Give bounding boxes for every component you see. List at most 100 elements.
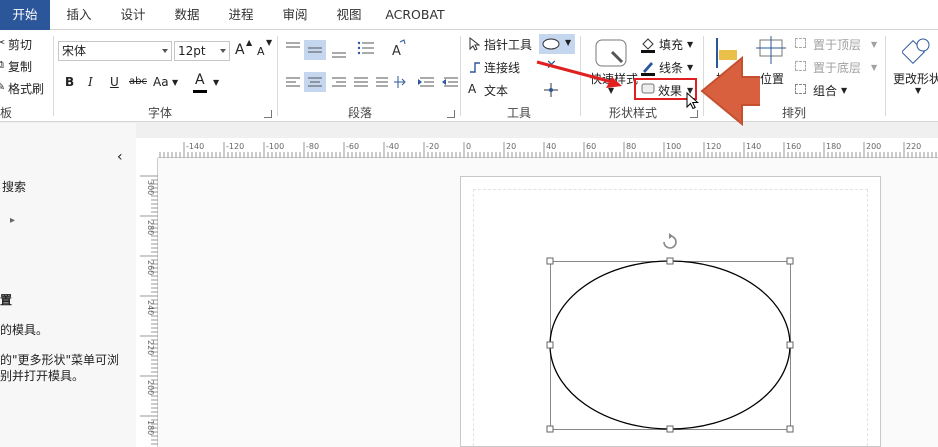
italic-button[interactable]: I — [88, 75, 93, 89]
panel-heading: 置 — [0, 293, 13, 307]
shapes-panel: ‹ 搜索 ▸ 置 的模具。 的"更多形状"菜单可浏 别并打开模具。 — [0, 123, 136, 447]
change-shape-button[interactable]: 更改形状 — [893, 70, 938, 87]
font-size-value: 12pt — [178, 44, 206, 58]
chevron-down-icon: ▼ — [915, 86, 922, 95]
font-color-bar — [193, 90, 207, 93]
scissors-icon: ✂ — [0, 36, 6, 49]
ruler-ticks: -140 -120 -100 -80 -60 -40 -20 0 20 40 60 80 100 120 1… — [159, 142, 937, 158]
ruler-tick-label: 200 — [146, 380, 155, 395]
group-icon — [795, 84, 806, 94]
ruler-tick-label: 0 — [466, 142, 471, 151]
ruler-tick-label: 240 — [146, 300, 155, 315]
text-tool-label: 文本 — [484, 84, 509, 98]
ruler-corner — [136, 138, 158, 158]
ruler-tick-label: 60 — [586, 142, 596, 151]
pointer-icon — [469, 37, 480, 51]
font-group-label: 字体 — [148, 106, 173, 120]
brush-icon: ✎ — [0, 80, 6, 93]
vertical-ruler: 300 280 260 240 220 200 180 — [136, 158, 158, 447]
collapse-panel-button[interactable]: ‹ — [117, 149, 123, 165]
ruler-tick-label: 180 — [146, 420, 155, 435]
selected-ellipse-shape[interactable] — [540, 228, 805, 447]
red-pointer-arrow — [536, 60, 613, 84]
ruler-tick-label: 80 — [626, 142, 636, 151]
format-painter-label: 格式刷 — [8, 82, 45, 96]
bring-front-icon — [795, 38, 806, 48]
tab-data[interactable]: 数据 — [164, 0, 210, 30]
ruler-ticks: 300 280 260 240 220 200 180 — [140, 175, 158, 445]
chevron-down-icon: ▼ — [871, 40, 878, 49]
change-shape-icon — [902, 38, 930, 65]
font-name-value: 宋体 — [62, 44, 87, 58]
font-name-select[interactable]: 宋体 — [58, 41, 172, 61]
connector-icon — [470, 62, 480, 73]
tab-acrobat[interactable]: ACROBAT — [382, 0, 448, 30]
ellipse-shape[interactable] — [549, 260, 791, 430]
rotate-handle-icon[interactable] — [663, 233, 677, 249]
tab-view[interactable]: 视图 — [326, 0, 372, 30]
panel-hint-line2: 的"更多形状"菜单可浏 — [0, 353, 120, 367]
ruler-tick-label: 120 — [706, 142, 721, 151]
connector-label: 连接线 — [484, 61, 521, 75]
text-a-icon: A — [468, 82, 477, 96]
chevron-down-icon: ▼ — [213, 78, 220, 87]
ruler-tick-label: 280 — [146, 220, 155, 235]
chevron-down-icon: ▼ — [841, 86, 848, 95]
font-color-button[interactable]: A — [195, 72, 205, 88]
ruler-tick-label: -80 — [306, 142, 319, 151]
svg-text:A: A — [392, 44, 401, 59]
paragraph-icons: A — [286, 39, 458, 92]
strikethrough-button[interactable]: abc — [129, 76, 147, 87]
font-size-select[interactable]: 12pt — [174, 41, 230, 61]
tab-home[interactable]: 开始 — [0, 0, 50, 30]
ruler-tick-label: -20 — [426, 142, 439, 151]
group-label: 组合 — [813, 84, 838, 98]
send-back-label: 置于底层 — [813, 61, 862, 75]
ruler-tick-label: 180 — [826, 142, 841, 151]
position-button[interactable]: 位置 — [760, 70, 784, 87]
grow-font-button[interactable]: A — [235, 42, 245, 58]
ribbon: ✂ 剪切 ⧉ 复制 ✎ 格式刷 板 宋体 12pt A ▲ A ▼ B I U … — [0, 30, 938, 122]
copy-label: 复制 — [8, 60, 33, 74]
ruler-tick-label: 300 — [146, 180, 155, 195]
tab-design[interactable]: 设计 — [110, 0, 156, 30]
cut-label: 剪切 — [8, 38, 33, 52]
panel-hint-line3: 别并打开模具。 — [0, 369, 85, 383]
tab-process[interactable]: 进程 — [218, 0, 264, 30]
underline-button[interactable]: U — [110, 75, 119, 89]
ruler-tick-label: 160 — [786, 142, 801, 151]
group-divider — [885, 36, 886, 116]
horizontal-ruler: -140 -120 -100 -80 -60 -40 -20 0 20 40 60 80 100 120 1… — [158, 138, 938, 158]
ruler-tick-label: 20 — [506, 142, 516, 151]
arrange-group-label: 排列 — [782, 106, 807, 120]
tab-review[interactable]: 审阅 — [272, 0, 318, 30]
change-case-button[interactable]: Aa — [153, 75, 169, 89]
chevron-down-icon: ▼ — [172, 78, 179, 87]
ruler-tick-label: 140 — [746, 142, 761, 151]
ruler-tick-label: 260 — [146, 260, 155, 275]
clipboard-group-label: 板 — [0, 106, 13, 120]
bring-front-label: 置于顶层 — [813, 38, 862, 52]
ruler-tick-label: 40 — [546, 142, 556, 151]
font-dialog-launcher-icon[interactable] — [264, 110, 272, 118]
tab-insert[interactable]: 插入 — [56, 0, 102, 30]
big-orange-arrow-icon — [700, 55, 760, 127]
chevron-down-icon — [162, 49, 168, 53]
paragraph-dialog-launcher-icon[interactable] — [447, 110, 455, 118]
group-divider — [277, 36, 278, 116]
copy-icon: ⧉ — [0, 58, 4, 72]
caret-down-icon: ▼ — [266, 38, 273, 47]
bold-button[interactable]: B — [65, 75, 74, 89]
chevron-down-icon — [220, 49, 226, 53]
send-back-icon — [795, 61, 806, 71]
ruler-tick-label: -100 — [266, 142, 284, 151]
ruler-tick-label: -60 — [346, 142, 359, 151]
group-divider — [53, 36, 54, 116]
ruler-tick-label: 220 — [906, 142, 921, 151]
ruler-tick-label: -140 — [186, 142, 204, 151]
shrink-font-button[interactable]: A — [257, 45, 265, 58]
annotation-arrows — [536, 55, 760, 127]
expand-arrow-icon[interactable]: ▸ — [10, 215, 15, 226]
search-link[interactable]: 搜索 — [2, 178, 26, 195]
ruler-tick-label: 100 — [666, 142, 681, 151]
